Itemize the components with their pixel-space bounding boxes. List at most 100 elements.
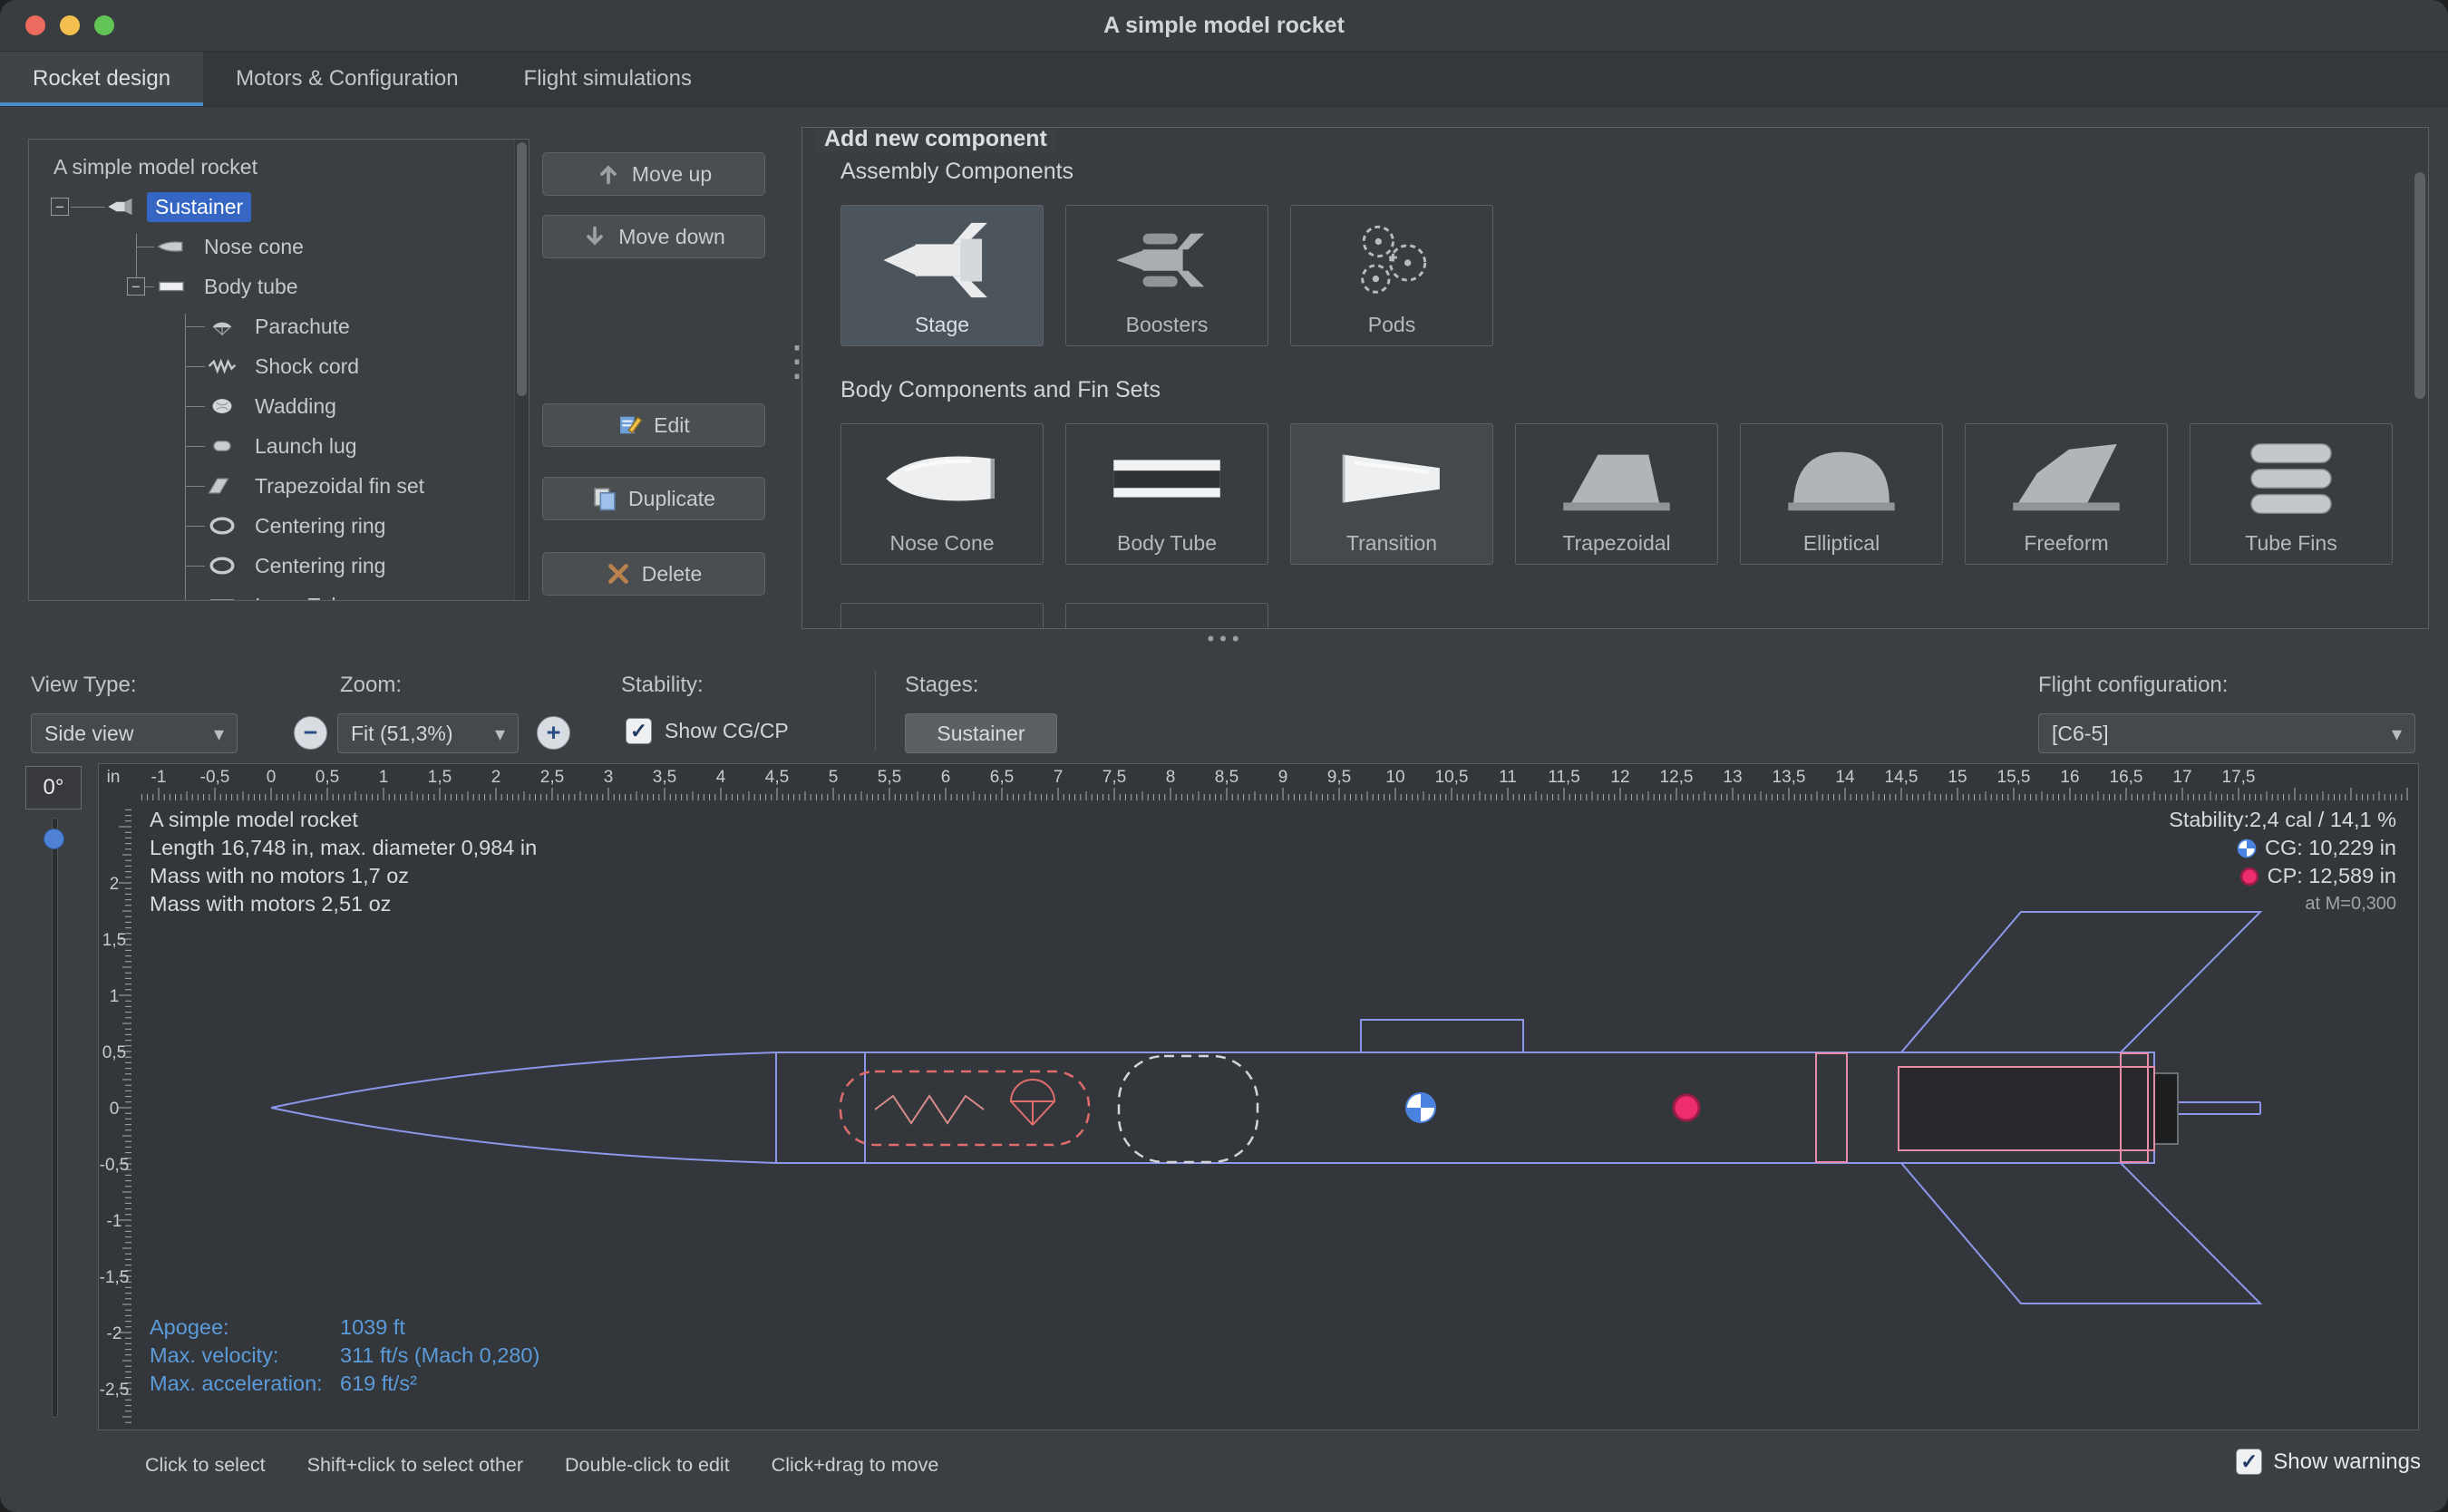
collapse-icon[interactable] bbox=[127, 277, 145, 296]
tab-motors-configuration[interactable]: Motors & Configuration bbox=[203, 52, 491, 106]
svg-text:2,5: 2,5 bbox=[540, 768, 564, 787]
body-tube-icon bbox=[156, 276, 187, 297]
component-tile-freeform[interactable]: Freeform bbox=[1965, 423, 2168, 565]
shock-cord-drawing[interactable] bbox=[875, 1096, 984, 1123]
view-type-label: View Type: bbox=[31, 673, 137, 698]
svg-text:0: 0 bbox=[267, 768, 277, 787]
stage-toggle-sustainer[interactable]: Sustainer bbox=[905, 713, 1057, 753]
show-cgcp-checkbox[interactable]: ✓ bbox=[626, 718, 652, 744]
motor-mount[interactable] bbox=[1899, 1067, 2154, 1150]
rotation-slider-thumb[interactable] bbox=[44, 829, 64, 849]
tree-item-label: Parachute bbox=[247, 312, 358, 342]
component-tile-body-tube[interactable]: Body Tube bbox=[1065, 423, 1268, 565]
svg-text:in: in bbox=[107, 768, 121, 787]
flight-label: Apogee: bbox=[150, 1313, 340, 1342]
move-up-button[interactable]: Move up bbox=[542, 152, 765, 196]
component-tile-boosters[interactable]: Boosters bbox=[1065, 205, 1268, 346]
wadding-outline[interactable] bbox=[1119, 1056, 1258, 1162]
cp-line: CP: 12,589 in bbox=[2268, 862, 2396, 890]
view-type-select[interactable]: Side view bbox=[31, 713, 238, 753]
centering-ring-icon bbox=[207, 515, 238, 537]
tree-item-sustainer[interactable]: Sustainer bbox=[29, 187, 514, 227]
component-tile-nose-cone[interactable]: Nose Cone bbox=[840, 423, 1044, 565]
zoom-in-button[interactable]: + bbox=[537, 716, 570, 750]
tree-scrollbar-thumb[interactable] bbox=[517, 142, 527, 396]
component-tile-trapezoidal[interactable]: Trapezoidal bbox=[1515, 423, 1718, 565]
component-tile-transition[interactable]: Transition bbox=[1290, 423, 1493, 565]
svg-text:6,5: 6,5 bbox=[990, 768, 1014, 787]
tree-item-label: Centering ring bbox=[247, 511, 393, 541]
svg-text:9: 9 bbox=[1278, 768, 1288, 787]
component-tile-stage[interactable]: Stage bbox=[840, 205, 1044, 346]
minimize-button[interactable] bbox=[60, 15, 80, 35]
svg-text:10: 10 bbox=[1385, 768, 1404, 787]
component-tile-tube-fins[interactable]: Tube Fins bbox=[2190, 423, 2393, 565]
vertical-splitter-grip[interactable] bbox=[776, 350, 798, 413]
move-up-label: Move up bbox=[632, 162, 712, 187]
move-down-label: Move down bbox=[618, 225, 725, 249]
tree-item-label: Shock cord bbox=[247, 352, 367, 382]
tree-root-item[interactable]: A simple model rocket bbox=[29, 147, 514, 187]
delete-button[interactable]: Delete bbox=[542, 552, 765, 596]
tree-item-label: Inner Tube bbox=[247, 591, 363, 602]
rotation-slider[interactable] bbox=[44, 818, 65, 1418]
stability-line: Stability:2,4 cal / 14,1 % bbox=[2169, 806, 2396, 834]
component-tile-label: Pods bbox=[1291, 313, 1492, 337]
tree-item-parachute[interactable]: Parachute bbox=[29, 306, 514, 346]
tree-item-trapezoidal-fin-set[interactable]: Trapezoidal fin set bbox=[29, 466, 514, 506]
tab-flight-simulations[interactable]: Flight simulations bbox=[491, 52, 724, 106]
tree-scrollbar[interactable] bbox=[514, 140, 529, 600]
svg-text:14,5: 14,5 bbox=[1885, 768, 1919, 787]
maximize-button[interactable] bbox=[94, 15, 114, 35]
horizontal-splitter-grip[interactable] bbox=[1190, 627, 1262, 651]
parachute-icon bbox=[207, 315, 238, 337]
move-down-button[interactable]: Move down bbox=[542, 215, 765, 258]
collapse-icon[interactable] bbox=[51, 198, 69, 216]
component-tile-elliptical[interactable]: Elliptical bbox=[1740, 423, 1943, 565]
svg-text:7: 7 bbox=[1054, 768, 1064, 787]
tree-item-wadding[interactable]: Wadding bbox=[29, 386, 514, 426]
cg-marker[interactable] bbox=[1406, 1093, 1435, 1122]
component-tile-label: Tube Fins bbox=[2191, 531, 2392, 556]
fin-elliptical-icon bbox=[1741, 435, 1942, 522]
tree-item-centering-ring[interactable]: Centering ring bbox=[29, 506, 514, 546]
tree-item-inner-tube[interactable]: Inner Tube bbox=[29, 586, 514, 601]
chevron-down-icon bbox=[2379, 722, 2402, 746]
duplicate-button[interactable]: Duplicate bbox=[542, 477, 765, 520]
flight-value: 619 ft/s² bbox=[340, 1370, 417, 1398]
component-tile-pods[interactable]: Pods bbox=[1290, 205, 1493, 346]
show-warnings-checkbox[interactable]: ✓ bbox=[2236, 1449, 2262, 1475]
stability-info: Stability:2,4 cal / 14,1 % CG: 10,229 in… bbox=[2169, 806, 2396, 918]
cg-icon bbox=[2237, 838, 2257, 858]
svg-text:16: 16 bbox=[2060, 768, 2079, 787]
svg-text:3,5: 3,5 bbox=[653, 768, 676, 787]
fin-freeform-icon bbox=[1966, 435, 2167, 522]
tree-item-launch-lug[interactable]: Launch lug bbox=[29, 426, 514, 466]
tree-item-body-tube[interactable]: Body tube bbox=[29, 267, 514, 306]
svg-text:5: 5 bbox=[829, 768, 839, 787]
component-tile-partial[interactable] bbox=[1065, 603, 1268, 629]
tree-item-label: Centering ring bbox=[247, 551, 393, 581]
edit-button[interactable]: Edit bbox=[542, 403, 765, 447]
tree-item-nose-cone[interactable]: Nose cone bbox=[29, 227, 514, 267]
motor-overhang[interactable] bbox=[2154, 1073, 2178, 1144]
cp-marker[interactable] bbox=[1674, 1095, 1699, 1120]
tree-item-centering-ring[interactable]: Centering ring bbox=[29, 546, 514, 586]
tree-item-shock-cord[interactable]: Shock cord bbox=[29, 346, 514, 386]
tab-rocket-design[interactable]: Rocket design bbox=[0, 52, 203, 106]
flight-configuration-select[interactable]: [C6-5] bbox=[2038, 713, 2415, 753]
svg-text:8: 8 bbox=[1166, 768, 1176, 787]
rocket-canvas[interactable]: -1-0,500,511,522,533,544,555,566,577,588… bbox=[98, 763, 2419, 1430]
svg-text:0,5: 0,5 bbox=[102, 1043, 126, 1062]
add-panel-scrollbar-thumb[interactable] bbox=[2414, 172, 2425, 399]
zoom-select[interactable]: Fit (51,3%) bbox=[337, 713, 519, 753]
zoom-out-button[interactable]: − bbox=[294, 716, 327, 750]
show-warnings-label: Show warnings bbox=[2273, 1449, 2421, 1475]
svg-text:15,5: 15,5 bbox=[1997, 768, 2031, 787]
parachute-symbol[interactable] bbox=[1011, 1080, 1054, 1125]
rotation-slider-track[interactable] bbox=[52, 818, 58, 1418]
component-tile-partial[interactable] bbox=[840, 603, 1044, 629]
svg-text:-1: -1 bbox=[151, 768, 167, 787]
close-button[interactable] bbox=[25, 15, 45, 35]
add-panel-scrollbar[interactable] bbox=[2414, 161, 2425, 629]
